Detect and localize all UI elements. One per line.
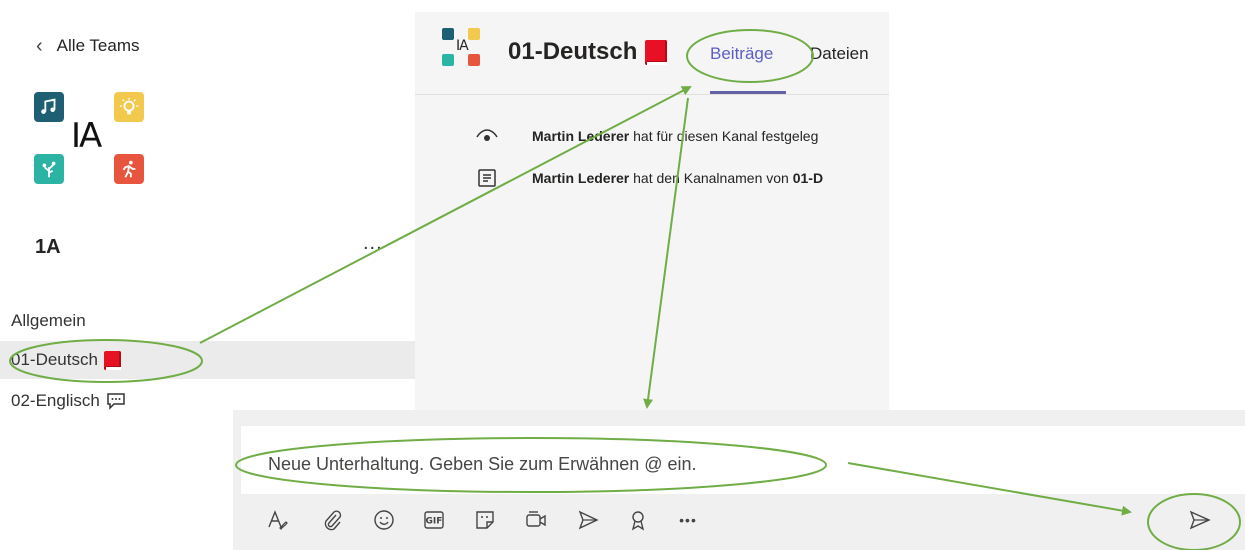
activity-author: Martin Lederer — [532, 128, 630, 144]
music-icon — [34, 92, 64, 122]
channel-header: IA 01-Deutsch Beiträge Dateien — [415, 12, 889, 95]
team-name: 1A — [35, 236, 61, 258]
channel-label: Allgemein — [11, 311, 86, 330]
channel-allgemein[interactable]: Allgemein — [0, 302, 415, 340]
eye-icon — [476, 129, 498, 141]
chevron-left-icon: ‹ — [36, 35, 43, 57]
red-book-icon — [103, 350, 121, 370]
more-options-icon[interactable]: ••• — [672, 500, 704, 540]
mini-logo-text: IA — [456, 38, 469, 54]
format-icon[interactable] — [262, 500, 294, 540]
tab-dateien[interactable]: Dateien — [810, 44, 869, 64]
speech-bubble-icon — [107, 393, 125, 410]
team-sidebar: ‹ Alle Teams IA 1A ... Allgemein 01-Deut… — [0, 0, 415, 430]
channel-title-text: 01-Deutsch — [508, 38, 638, 65]
tab-beitraege[interactable]: Beiträge — [710, 44, 773, 64]
team-logo-text: IA — [71, 116, 102, 156]
team-logo: IA — [34, 92, 144, 187]
channel-title: 01-Deutsch — [508, 38, 668, 66]
stream-icon[interactable] — [572, 500, 604, 540]
lightbulb-icon — [114, 92, 144, 122]
back-label: Alle Teams — [56, 36, 140, 55]
back-to-all-teams[interactable]: ‹ Alle Teams — [36, 36, 140, 56]
rename-icon — [478, 169, 496, 187]
team-mini-logo: IA — [442, 28, 482, 68]
tree-icon — [34, 154, 64, 184]
team-more-options-button[interactable]: ... — [363, 232, 383, 255]
emoji-icon[interactable] — [368, 500, 400, 540]
activity-item: Martin Lederer hat den Kanalnamen von 01… — [476, 167, 823, 189]
gif-label: GIF — [426, 517, 443, 527]
gif-icon[interactable]: GIF — [418, 500, 450, 540]
red-book-icon — [645, 39, 668, 65]
send-button[interactable] — [1184, 500, 1216, 540]
activity-item: Martin Lederer hat für diesen Kanal fest… — [476, 128, 818, 144]
activity-text: hat für diesen Kanal festgeleg — [633, 128, 819, 144]
running-icon — [114, 154, 144, 184]
activity-text: hat den Kanalnamen von — [633, 170, 793, 186]
praise-icon[interactable] — [622, 500, 654, 540]
active-tab-indicator — [710, 91, 786, 94]
attach-icon[interactable] — [316, 500, 348, 540]
channel-label: 01-Deutsch — [11, 350, 98, 369]
new-conversation-input[interactable] — [268, 449, 868, 479]
channel-pane: IA 01-Deutsch Beiträge Dateien Martin Le… — [415, 12, 889, 410]
activity-old-name: 01-D — [792, 170, 824, 186]
send-icon — [1189, 510, 1211, 530]
channel-label: 02-Englisch — [11, 391, 100, 410]
activity-author: Martin Lederer — [532, 170, 630, 186]
sticker-icon[interactable] — [469, 500, 501, 540]
channel-01-deutsch[interactable]: 01-Deutsch — [0, 341, 415, 379]
compose-toolbar: GIF ••• — [0, 500, 1245, 540]
meet-now-icon[interactable] — [520, 500, 552, 540]
